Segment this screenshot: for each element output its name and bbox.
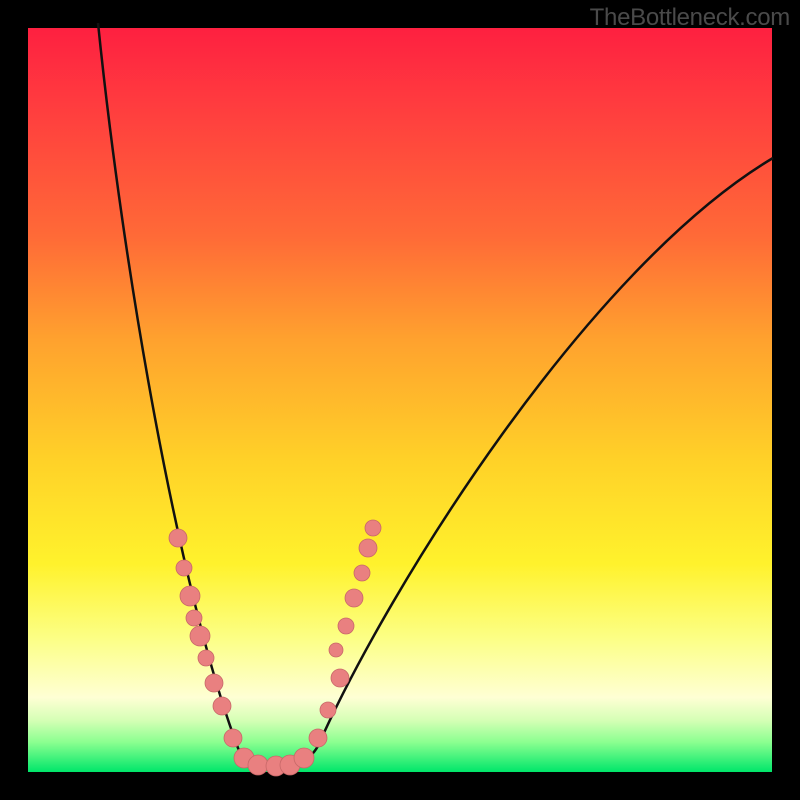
scatter-dot xyxy=(338,618,354,634)
scatter-dot xyxy=(365,520,381,536)
scatter-dot xyxy=(180,586,200,606)
watermark-text: TheBottleneck.com xyxy=(590,4,790,32)
curve-right-branch xyxy=(283,158,773,766)
scatter-dot xyxy=(331,669,349,687)
scatter-dot xyxy=(345,589,363,607)
scatter-dot xyxy=(190,626,210,646)
scatter-dot xyxy=(320,702,336,718)
scatter-dot xyxy=(213,697,231,715)
scatter-dot xyxy=(329,643,343,657)
scatter-dot xyxy=(176,560,192,576)
plot-area xyxy=(28,28,772,772)
scatter-dot xyxy=(354,565,370,581)
scatter-dot xyxy=(248,755,268,775)
scatter-dot xyxy=(359,539,377,557)
scatter-dot xyxy=(186,610,202,626)
chart-frame: TheBottleneck.com xyxy=(0,0,800,800)
scatter-dots xyxy=(169,520,381,776)
scatter-dot xyxy=(294,748,314,768)
scatter-dot xyxy=(205,674,223,692)
curve-left-branch xyxy=(98,23,273,766)
scatter-dot xyxy=(169,529,187,547)
scatter-dot xyxy=(198,650,214,666)
curve-svg xyxy=(28,28,772,772)
scatter-dot xyxy=(224,729,242,747)
scatter-dot xyxy=(309,729,327,747)
